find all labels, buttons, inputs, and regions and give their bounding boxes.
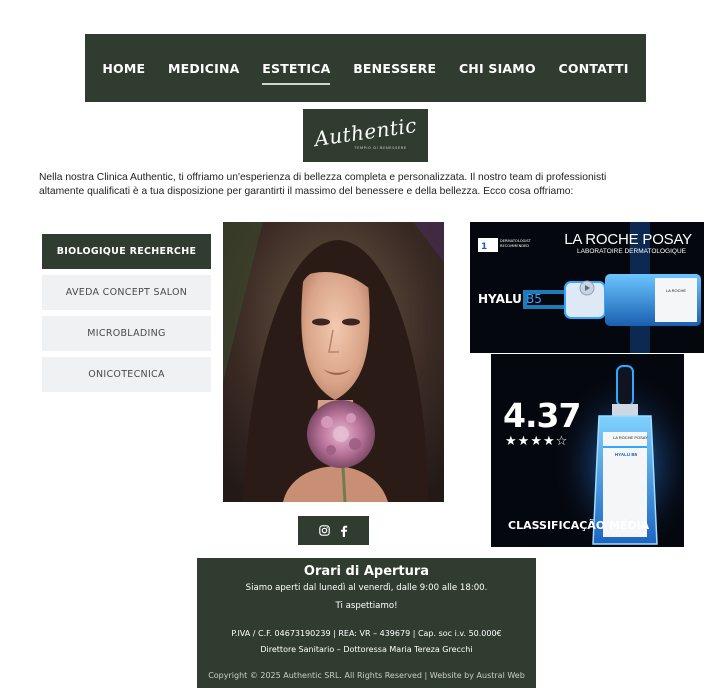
nav-contatti[interactable]: CONTATTI xyxy=(559,57,629,80)
svg-text:LA ROCHE: LA ROCHE xyxy=(666,288,687,293)
model-portrait-image xyxy=(223,222,444,502)
ad1-badge-line2: RECOMMENDED xyxy=(500,243,530,248)
opening-hours-text: Siamo aperti dal lunedì al venerdì, dall… xyxy=(245,583,488,593)
footer-greeting: Ti aspettiamo! xyxy=(335,601,398,611)
opening-hours-title: Orari di Apertura xyxy=(303,564,430,579)
portrait-illustration xyxy=(223,222,444,502)
social-links xyxy=(298,516,369,545)
star-icon: ★ xyxy=(542,434,556,449)
ad1-badge-line1: DERMATOLOGIST xyxy=(500,239,531,243)
service-biologique-recherche[interactable]: BIOLOGIQUE RECHERCHE xyxy=(42,234,211,269)
nav-benessere[interactable]: BENESSERE xyxy=(353,57,436,80)
main-navbar: HOME MEDICINA ESTETICA BENESSERE CHI SIA… xyxy=(85,34,646,102)
ad1-product-name: HYALU xyxy=(478,292,522,306)
website-credit-link[interactable]: Website by Austral Web xyxy=(430,671,525,680)
star-icon: ★ xyxy=(517,434,531,449)
la-roche-posay-banner-ad[interactable]: LA ROCHE 1 DERMATOLOGIST RECOMMENDED LA … xyxy=(470,222,704,353)
service-aveda-concept-salon[interactable]: AVEDA CONCEPT SALON xyxy=(42,275,211,310)
ad1-product: HYALU B5 xyxy=(478,292,542,306)
nav-medicina[interactable]: MEDICINA xyxy=(168,57,240,80)
copyright: Copyright © 2025 Authentic SRL. All Righ… xyxy=(197,671,536,680)
ad1-subtitle: LABORATOIRE DERMATOLOGIQUE xyxy=(577,248,686,255)
ad1-brand: LA ROCHE POSAY xyxy=(564,231,692,248)
star-icon: ★ xyxy=(530,434,543,449)
site-footer: Orari di Apertura Siamo aperti dal luned… xyxy=(197,558,536,688)
copyright-text: Copyright © 2025 Authentic SRL. All Righ… xyxy=(208,671,430,680)
ad2-bottle-brand: LA ROCHE POSAY xyxy=(613,435,648,440)
star-icon: ★ xyxy=(505,434,518,449)
nav-home[interactable]: HOME xyxy=(102,57,145,80)
services-menu: BIOLOGIQUE RECHERCHE AVEDA CONCEPT SALON… xyxy=(42,234,211,398)
ad2-caption: CLASSIFICAÇÃO MÉDIA xyxy=(508,519,650,532)
nav-chi-siamo[interactable]: CHI SIAMO xyxy=(459,57,536,80)
intro-text: Nella nostra Clinica Authentic, ti offri… xyxy=(39,172,607,197)
ad2-rating-value: 4.37 xyxy=(503,396,581,435)
ad1-product-suffix: B5 xyxy=(526,292,542,306)
medical-director: Direttore Sanitario – Dottoressa Maria T… xyxy=(260,645,473,654)
facebook-icon[interactable] xyxy=(340,525,348,537)
la-roche-posay-rating-ad[interactable]: 4.37 ★★★★☆ LA ROCHE POSAY HYALU B5 CLASS… xyxy=(491,354,684,547)
site-logo[interactable]: Authentic TEMPIO DI BENESSERE xyxy=(303,109,428,162)
rating-stars: ★★★★☆ xyxy=(505,434,568,449)
instagram-icon[interactable] xyxy=(319,525,330,536)
service-microblading[interactable]: MICROBLADING xyxy=(42,316,211,351)
ad2-bottle-product: HYALU B5 xyxy=(615,452,638,457)
service-onicotecnica[interactable]: ONICOTECNICA xyxy=(42,357,211,392)
company-info: P.IVA / C.F. 04673190239 | REA: VR – 439… xyxy=(231,629,502,638)
logo-tagline: TEMPIO DI BENESSERE xyxy=(354,145,407,150)
nav-estetica[interactable]: ESTETICA xyxy=(262,57,331,85)
star-outline-icon: ☆ xyxy=(555,434,569,449)
ad1-badge: DERMATOLOGIST RECOMMENDED xyxy=(500,239,531,248)
svg-text:1: 1 xyxy=(481,242,487,252)
